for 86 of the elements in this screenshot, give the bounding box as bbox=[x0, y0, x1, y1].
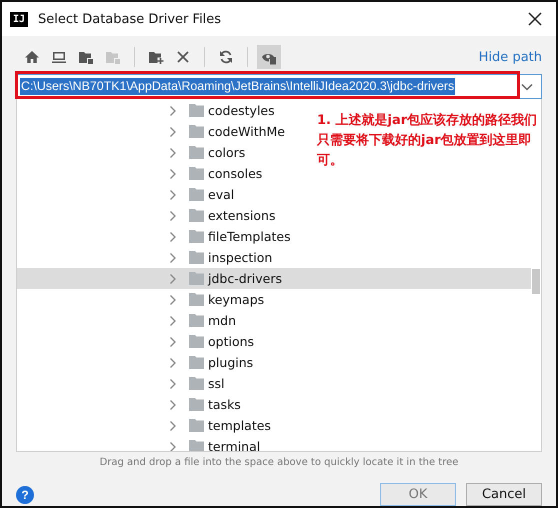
tree-item[interactable]: mdn bbox=[17, 310, 236, 331]
folder-icon bbox=[189, 293, 204, 306]
chevron-right-icon bbox=[169, 252, 177, 264]
folder-icon bbox=[105, 49, 121, 65]
hidden-button[interactable] bbox=[257, 45, 281, 69]
chevron-right-icon bbox=[169, 356, 177, 368]
folder-name: templates bbox=[208, 418, 271, 433]
chevron-right-icon bbox=[169, 420, 177, 432]
tree-item[interactable]: inspection bbox=[17, 247, 272, 268]
folder-name: keymaps bbox=[208, 292, 264, 307]
window-title: Select Database Driver Files bbox=[38, 12, 222, 26]
folder-icon bbox=[189, 146, 204, 159]
folder-name: colors bbox=[208, 145, 246, 160]
tree-item[interactable]: terminal bbox=[17, 436, 260, 451]
tree-item[interactable]: extensions bbox=[17, 205, 276, 226]
chevron-right-icon bbox=[169, 378, 177, 390]
tree-item[interactable]: fileTemplates bbox=[17, 226, 291, 247]
folder-name: plugins bbox=[208, 355, 254, 370]
folder-icon bbox=[189, 272, 204, 285]
folder-name: jdbc-drivers bbox=[208, 271, 282, 286]
cross-icon bbox=[175, 49, 191, 65]
tree-item[interactable]: consoles bbox=[17, 163, 262, 184]
folder-name: codestyles bbox=[208, 103, 275, 118]
hint-text: Drag and drop a file into the space above to quickly locate it in the tree bbox=[98, 456, 460, 470]
tree-item[interactable]: templates bbox=[17, 415, 271, 436]
folder-icon bbox=[189, 230, 204, 243]
tree-item[interactable]: codeWithMe bbox=[17, 121, 286, 142]
tree-item[interactable]: codestyles bbox=[17, 100, 275, 121]
monitor-icon bbox=[51, 49, 67, 65]
folder-icon bbox=[189, 251, 204, 264]
tree-item[interactable]: colors bbox=[17, 142, 246, 163]
tree-item[interactable]: ssl bbox=[17, 373, 224, 394]
folder-name: inspection bbox=[208, 250, 272, 265]
folder-name: terminal bbox=[208, 439, 260, 451]
chevron-down-icon bbox=[521, 82, 533, 90]
chevron-right-icon bbox=[169, 104, 177, 116]
folder-name: eval bbox=[208, 187, 234, 202]
folder-name: mdn bbox=[208, 313, 236, 328]
folder-icon bbox=[189, 440, 204, 451]
folder-name: extensions bbox=[208, 208, 276, 223]
folder-icon bbox=[189, 356, 204, 369]
folder-icon bbox=[78, 49, 94, 65]
chevron-right-icon bbox=[169, 126, 177, 138]
folder-icon bbox=[189, 398, 204, 411]
help-button[interactable]: ? bbox=[16, 486, 34, 504]
folder-icon bbox=[189, 335, 204, 348]
tree-item[interactable]: eval bbox=[17, 184, 234, 205]
chevron-right-icon bbox=[169, 230, 177, 242]
annotation-text: 1. 上述就是jar包应该存放的路径我们只需要将下载好的jar包放置到这里即可。 bbox=[317, 112, 538, 170]
folder-name: fileTemplates bbox=[208, 229, 291, 244]
folder-name: tasks bbox=[208, 397, 241, 412]
folder-name: ssl bbox=[208, 376, 224, 391]
chevron-right-icon bbox=[169, 440, 177, 451]
chevron-right-icon bbox=[169, 336, 177, 348]
tree-item[interactable]: plugins bbox=[17, 352, 254, 373]
folder-icon bbox=[189, 125, 204, 138]
hide-path-link[interactable]: Hide path bbox=[478, 50, 542, 64]
tree-item[interactable]: jdbc-drivers bbox=[17, 268, 531, 289]
folder-icon bbox=[189, 209, 204, 222]
folder-icon bbox=[189, 104, 204, 117]
home-icon bbox=[24, 49, 40, 65]
chevron-right-icon bbox=[169, 146, 177, 158]
tree-item[interactable]: tasks bbox=[17, 394, 241, 415]
chevron-right-icon bbox=[169, 294, 177, 306]
tree-item[interactable]: options bbox=[17, 331, 254, 352]
folder-icon bbox=[189, 314, 204, 327]
cancel-button[interactable]: Cancel bbox=[466, 483, 542, 506]
path-text: C:\Users\NB70TK1\AppData\Roaming\JetBrains\IntelliJIdea2020.3\jdbc-drivers bbox=[20, 78, 456, 95]
folder-name: options bbox=[208, 334, 254, 349]
folder-icon bbox=[189, 377, 204, 390]
folder-plus-icon bbox=[148, 49, 164, 65]
refresh-icon bbox=[218, 49, 234, 65]
app-logo: IJ bbox=[10, 12, 28, 26]
folder-icon bbox=[189, 188, 204, 201]
chevron-right-icon bbox=[169, 398, 177, 410]
chevron-right-icon bbox=[169, 168, 177, 180]
folder-name: codeWithMe bbox=[208, 124, 286, 139]
close-icon bbox=[528, 12, 542, 26]
chevron-right-icon bbox=[169, 188, 177, 200]
chevron-right-icon bbox=[169, 210, 177, 222]
tree-item[interactable]: keymaps bbox=[17, 289, 264, 310]
folder-icon bbox=[189, 419, 204, 432]
folder-icon bbox=[189, 167, 204, 180]
folder-name: consoles bbox=[208, 166, 262, 181]
chevron-right-icon bbox=[169, 314, 177, 326]
chevron-right-icon bbox=[169, 272, 177, 284]
